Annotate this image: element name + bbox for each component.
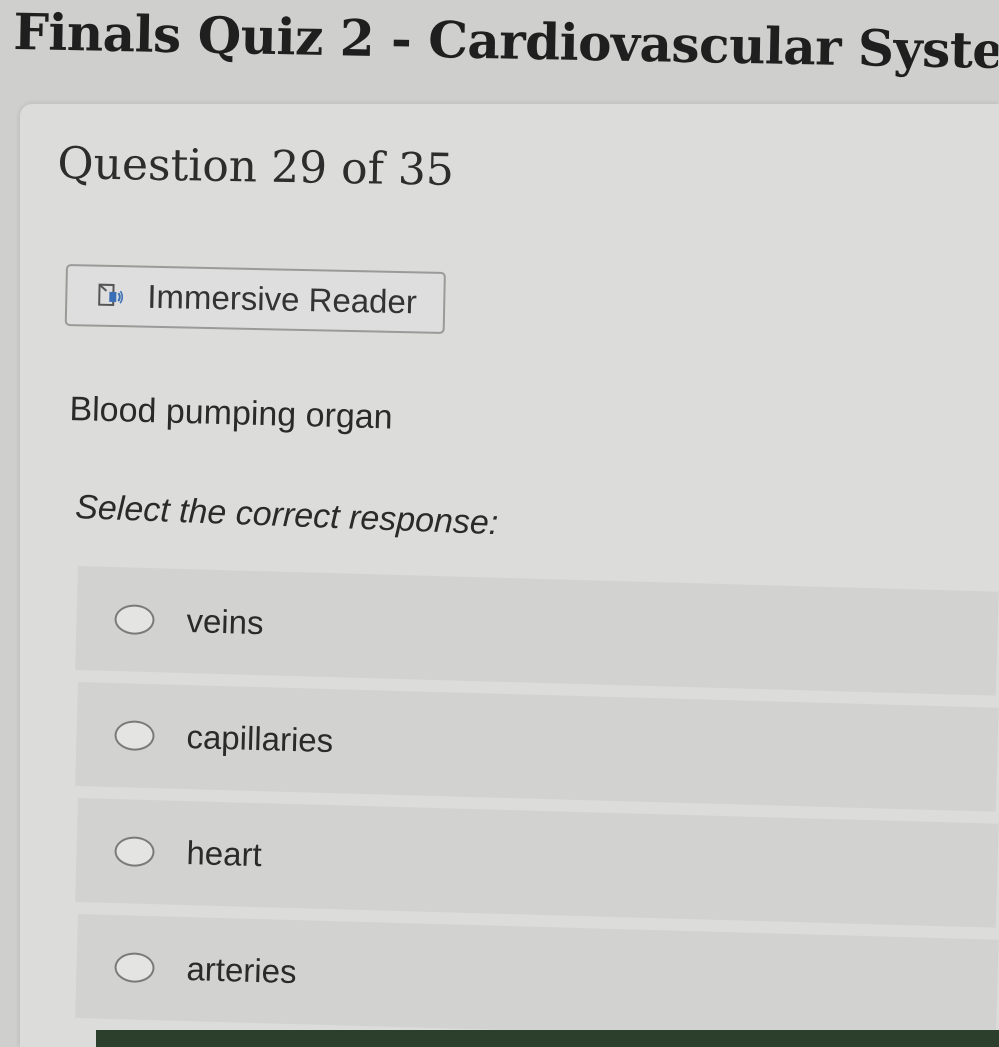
radio-button[interactable]: [114, 604, 155, 636]
option-veins[interactable]: veins: [75, 566, 999, 696]
bottom-bar: [96, 1030, 999, 1047]
option-label: veins: [186, 602, 265, 642]
immersive-reader-button[interactable]: Immersive Reader: [64, 264, 446, 334]
instruction-text: Select the correct response:: [74, 488, 500, 543]
immersive-reader-label: Immersive Reader: [146, 277, 418, 321]
option-label: heart: [186, 834, 263, 874]
radio-button[interactable]: [114, 720, 155, 752]
radio-button[interactable]: [114, 952, 155, 984]
question-heading: Question 29 of 35: [57, 138, 455, 196]
option-label: arteries: [186, 950, 298, 991]
answer-options: veins capillaries heart arteries: [75, 566, 999, 1044]
immersive-reader-icon: [97, 282, 126, 311]
question-card: Question 29 of 35 Immersive Reader Blood…: [20, 104, 999, 1047]
option-arteries[interactable]: arteries: [75, 914, 999, 1044]
option-heart[interactable]: heart: [75, 798, 999, 928]
option-label: capillaries: [186, 718, 334, 760]
question-text: Blood pumping organ: [69, 390, 394, 437]
radio-button[interactable]: [114, 836, 155, 868]
option-capillaries[interactable]: capillaries: [75, 682, 999, 812]
page-title: Finals Quiz 2 - Cardiovascular Syste: [12, 2, 999, 80]
